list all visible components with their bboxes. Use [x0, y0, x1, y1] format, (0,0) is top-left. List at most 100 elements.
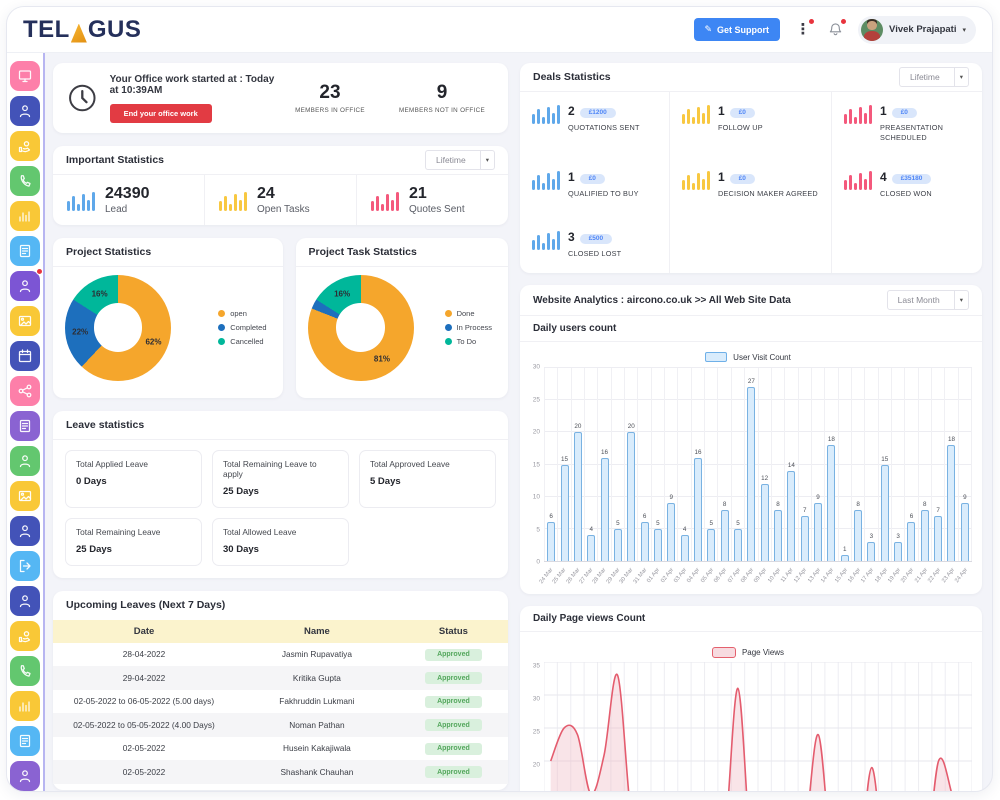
leave-date: 28-04-2022 [53, 643, 235, 667]
logo-triangle-icon [71, 24, 87, 43]
important-statistics-period-dropdown[interactable]: Lifetime ▾ [425, 150, 495, 170]
contacts-icon[interactable] [10, 271, 40, 301]
user-menu[interactable]: Vivek Prajapati ▾ [858, 16, 976, 44]
bar [801, 516, 809, 561]
deal-amount-badge: £0 [730, 174, 755, 184]
kebab-menu-button[interactable]: ⋮ [794, 21, 812, 39]
deals-statistics-period-dropdown[interactable]: Lifetime ▾ [899, 67, 969, 87]
y-axis-tick: 30 [533, 696, 540, 703]
important-stat-open-tasks: 24Open Tasks [205, 175, 357, 225]
deal-stat-quotations-sent: 2£1200QUOTATIONS SENT [520, 92, 670, 158]
mini-bar-chart-icon [532, 102, 560, 124]
leave-name: Shashank Chauhan [235, 760, 399, 784]
page-views-line-chart [544, 662, 972, 792]
end-office-work-button[interactable]: End your office work [110, 104, 212, 123]
table-header-row: Date Name Status [53, 620, 508, 643]
payroll-icon[interactable] [10, 131, 40, 161]
deal-stat-closed-lost: 3£500CLOSED LOST [520, 218, 670, 273]
mini-bar-chart-icon [67, 189, 95, 211]
bar [681, 535, 689, 561]
calendar-icon[interactable] [10, 341, 40, 371]
mini-bar-chart-icon [532, 228, 560, 250]
bar-value-label: 9 [957, 494, 973, 501]
bar [627, 432, 635, 561]
project-statistics-card: Project Statistics 62%22%16% openComplet… [53, 238, 283, 398]
deals-statistics-title: Deals Statistics [533, 71, 611, 83]
important-statistics-title: Important Statistics [66, 154, 164, 166]
deal-amount-badge: £1200 [580, 108, 616, 118]
bar-slot: 9 [664, 368, 677, 561]
gallery-icon[interactable] [10, 306, 40, 336]
calls-icon[interactable] [10, 166, 40, 196]
recruitment-icon[interactable] [10, 96, 40, 126]
support-calls-icon[interactable] [10, 656, 40, 686]
project-statistics-legend: openCompletedCancelled [218, 309, 266, 346]
network-icon[interactable] [10, 376, 40, 406]
bar [654, 529, 662, 561]
deal-amount-badge: £0 [730, 108, 755, 118]
bar [587, 535, 595, 561]
invoices-icon[interactable] [10, 726, 40, 756]
user-settings-icon[interactable] [10, 516, 40, 546]
bar-slot: 8 [717, 368, 730, 561]
notification-dot [840, 18, 847, 25]
deal-label: DECISION MAKER AGREED [718, 189, 818, 199]
y-axis-tick: 20 [533, 429, 540, 436]
bar [867, 542, 875, 561]
search-user-icon[interactable] [10, 586, 40, 616]
bar [694, 458, 702, 561]
deals-statistics-card: Deals Statistics Lifetime ▾ 2£1200QUOTAT… [520, 63, 982, 273]
bar-slot: 8 [918, 368, 931, 561]
logo-text-right: GUS [88, 16, 142, 44]
bar-slot: 3 [891, 368, 904, 561]
bar [854, 510, 862, 561]
legend-item: In Process [445, 323, 492, 332]
bar [601, 458, 609, 561]
notes-icon[interactable] [10, 411, 40, 441]
bar-slot: 5 [611, 368, 624, 561]
bar-slot: 27 [744, 368, 757, 561]
bar-slot: 6 [904, 368, 917, 561]
dashboard-window: TELGUS ✎ Get Support ⋮ Vivek Prajapati ▾ [6, 6, 993, 792]
important-stat-lead: 24390Lead [53, 175, 205, 225]
leave-date: 29-04-2022 [53, 666, 235, 690]
mini-bar-chart-icon [682, 102, 710, 124]
logout-icon[interactable] [10, 551, 40, 581]
mini-bar-chart-icon [844, 102, 872, 124]
project-task-statistics-card: Project Task Statstics 81%16% DoneIn Pro… [296, 238, 509, 398]
daily-page-views-title: Daily Page views Count [520, 606, 982, 632]
documents-icon[interactable] [10, 236, 40, 266]
project-task-statistics-title: Project Task Statstics [309, 246, 417, 258]
x-axis-label: 24 Apr [959, 563, 972, 590]
website-analytics-period-dropdown[interactable]: Last Month ▾ [887, 290, 969, 310]
leave-stat-value: 5 Days [370, 476, 485, 487]
chevron-down-icon: ▾ [954, 291, 968, 309]
get-support-button[interactable]: ✎ Get Support [694, 18, 781, 41]
statistics-icon[interactable] [10, 201, 40, 231]
bar [667, 503, 675, 561]
employees-icon[interactable] [10, 446, 40, 476]
bar [907, 522, 915, 561]
screen-icon[interactable] [10, 61, 40, 91]
bar [947, 445, 955, 561]
office-work-card: Your Office work started at : Today at 1… [53, 63, 508, 133]
bar-slot: 20 [624, 368, 637, 561]
project-statistics-title: Project Statistics [66, 246, 151, 258]
user-name: Vivek Prajapati [889, 24, 956, 35]
notifications-button[interactable] [826, 21, 844, 39]
media-icon[interactable] [10, 481, 40, 511]
bar [814, 503, 822, 561]
leave-statistics-title: Leave statistics [66, 419, 144, 431]
profile-icon[interactable] [10, 761, 40, 791]
deal-label: QUALIFIED TO BUY [568, 189, 639, 199]
deal-stat-empty [670, 218, 832, 273]
reports-icon[interactable] [10, 691, 40, 721]
stat-value: 24 [257, 185, 310, 203]
deal-amount-badge: £500 [580, 234, 612, 244]
status-badge: Approved [425, 696, 482, 708]
finance-icon[interactable] [10, 621, 40, 651]
legend-label: Done [457, 309, 475, 318]
kebab-icon: ⋮ [796, 22, 811, 37]
leave-stat-total-remaining-leave-to-apply: Total Remaining Leave to apply25 Days [212, 450, 349, 508]
donut-slice-label: 81% [374, 355, 390, 364]
